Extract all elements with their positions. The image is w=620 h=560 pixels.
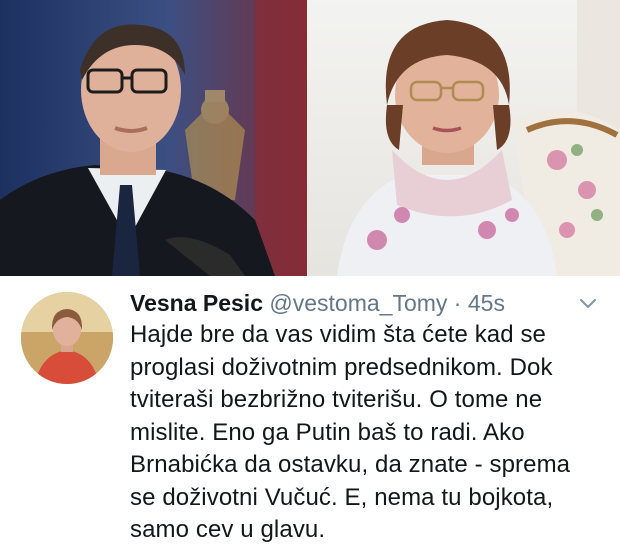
tweet-header: Vesna Pesic @vestoma_Tomy · 45s [130, 288, 570, 318]
tweet-text-line: mislite. Eno ga Putin baš to radi. Ako [130, 418, 525, 446]
tweet-text-line: proglasi doživotnim predsednikom. Dok [130, 353, 553, 381]
man-in-suit-photo [0, 0, 307, 276]
separator-dot: · [453, 290, 462, 316]
tweet-text-line: tviteraši bezbrižno tviterišu. O tome ne [130, 386, 543, 413]
tweet-text-line: Brnabićka da ostavku, da znate - sprema [130, 451, 571, 478]
author-name[interactable]: Vesna Pesic [130, 290, 263, 316]
tweet-text-line: samo cev u glavu. [130, 516, 326, 543]
author-handle[interactable]: @vestoma_Tomy [269, 290, 447, 316]
chevron-down-icon[interactable] [578, 296, 598, 312]
avatar[interactable] [21, 292, 113, 384]
tweet-card[interactable]: Vesna Pesic @vestoma_Tomy · 45s Hajde br… [0, 276, 620, 560]
tweet-text-line: Hajde bre da vas vidim šta ćete kad se [130, 321, 547, 348]
news-photo-strip [0, 0, 620, 276]
tweet-timestamp[interactable]: 45s [468, 290, 505, 316]
tweet-text: Hajde bre da vas vidim šta ćete kad se p… [130, 319, 605, 547]
woman-in-scarf-photo [307, 0, 620, 276]
tweet-text-line: se doživotni Vučuć. E, nema tu bojkota, [130, 483, 554, 511]
